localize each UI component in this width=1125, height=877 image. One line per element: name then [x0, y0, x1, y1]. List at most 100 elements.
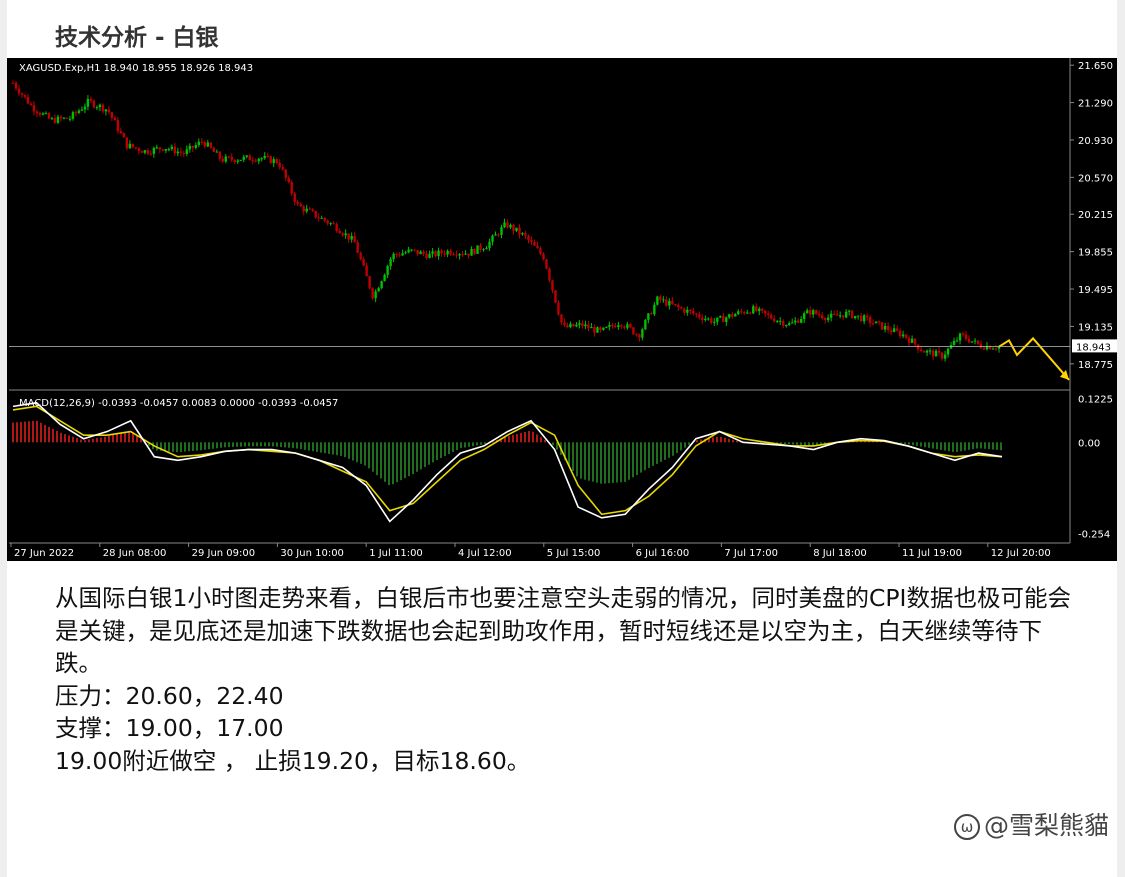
candle-body	[170, 146, 174, 150]
candle-body	[152, 147, 156, 154]
candle-body	[563, 322, 566, 326]
candle-body	[209, 142, 212, 148]
candle-body	[299, 203, 302, 207]
candle-body	[155, 147, 159, 149]
candle-body	[242, 156, 245, 160]
candle-body	[185, 149, 189, 154]
macd-tick-label: 0.1225	[1078, 394, 1113, 405]
candle-body	[671, 300, 674, 305]
candle-body	[554, 290, 557, 303]
candle-body	[248, 155, 251, 161]
candle-body	[71, 112, 75, 119]
candle-body	[161, 149, 165, 151]
candle-body	[886, 325, 890, 331]
price-chart: 0.1225 0.00 -0.254 21.650 21.290 20.930 20.57…	[7, 58, 1117, 561]
candle-body	[722, 316, 725, 322]
candle-body	[503, 222, 506, 228]
candle-body	[740, 311, 743, 313]
candle-body	[251, 160, 254, 162]
candle-body	[689, 309, 692, 312]
candle-body	[77, 110, 81, 113]
candle-body	[770, 314, 773, 319]
time-tick-label: 27 Jun 2022	[14, 548, 74, 559]
candle-body	[994, 348, 998, 350]
candle-body	[737, 311, 740, 315]
macd-signal-line	[12, 405, 1003, 516]
candle-body	[509, 224, 512, 228]
candle-body	[395, 253, 398, 255]
candle-body	[746, 312, 749, 314]
candle-body	[359, 252, 362, 260]
candle-body	[871, 323, 875, 325]
candle-body	[284, 169, 287, 178]
candle-body	[221, 158, 224, 162]
candle-body	[428, 253, 431, 259]
candle-body	[308, 208, 311, 210]
candle-body	[20, 93, 24, 95]
candle-body	[491, 235, 494, 242]
candle-body	[164, 149, 168, 151]
watermark-text: @雪梨熊貓	[983, 811, 1109, 840]
candle-body	[47, 113, 51, 119]
candle-body	[725, 317, 728, 322]
chart-title: XAGUSD.Exp,H1 18.940 18.955 18.926 18.94…	[19, 63, 253, 74]
candle-body	[794, 320, 797, 323]
candle-body	[275, 159, 278, 164]
candle-body	[278, 163, 281, 168]
candle-body	[707, 318, 710, 320]
axes: 21.650 21.290 20.930 20.570 20.215 19.855 19.4…	[9, 58, 1117, 559]
candles	[11, 80, 1001, 362]
candle-body	[949, 345, 953, 349]
candle-body	[83, 106, 87, 110]
candle-body	[943, 354, 947, 359]
price-tick-label: 21.650	[1078, 61, 1113, 72]
candle-body	[137, 148, 141, 152]
candle-body	[623, 326, 626, 328]
candle-body	[605, 326, 608, 328]
candle-body	[826, 317, 830, 321]
candle-body	[146, 150, 150, 154]
candle-body	[143, 150, 147, 153]
candle-body	[116, 120, 120, 132]
candle-body	[659, 296, 662, 300]
candle-body	[892, 328, 896, 332]
candle-body	[113, 117, 117, 121]
candle-body	[311, 209, 314, 211]
candle-body	[832, 313, 836, 315]
candle-body	[859, 315, 863, 322]
candle-body	[179, 151, 183, 153]
candle-body	[868, 317, 872, 324]
candle-body	[419, 251, 422, 255]
candle-body	[281, 167, 284, 170]
candle-body	[773, 318, 776, 322]
candle-body	[86, 98, 90, 107]
candle-body	[467, 253, 470, 256]
candle-body	[590, 327, 593, 329]
candle-body	[515, 227, 518, 231]
candle-body	[961, 333, 965, 335]
candle-body	[329, 223, 332, 225]
candle-body	[92, 100, 96, 108]
candle-body	[236, 160, 239, 163]
candle-body	[95, 107, 99, 109]
candle-body	[539, 248, 542, 254]
candle-body	[895, 328, 899, 331]
candle-body	[173, 146, 177, 154]
candle-body	[907, 337, 911, 343]
time-tick-label: 8 Jul 18:00	[813, 548, 867, 559]
candle-body	[719, 316, 722, 318]
candle-body	[458, 254, 461, 256]
candle-body	[704, 318, 707, 320]
candle-body	[626, 324, 629, 328]
candle-body	[521, 233, 524, 235]
candle-body	[620, 325, 623, 327]
candle-body	[131, 143, 135, 148]
weibo-logo-icon: ω	[953, 814, 980, 840]
candle-body	[110, 112, 114, 118]
candle-body	[356, 242, 359, 253]
candle-body	[955, 340, 959, 342]
candle-body	[925, 350, 929, 353]
candle-body	[530, 239, 533, 242]
candle-body	[518, 227, 521, 235]
candle-body	[617, 325, 620, 328]
